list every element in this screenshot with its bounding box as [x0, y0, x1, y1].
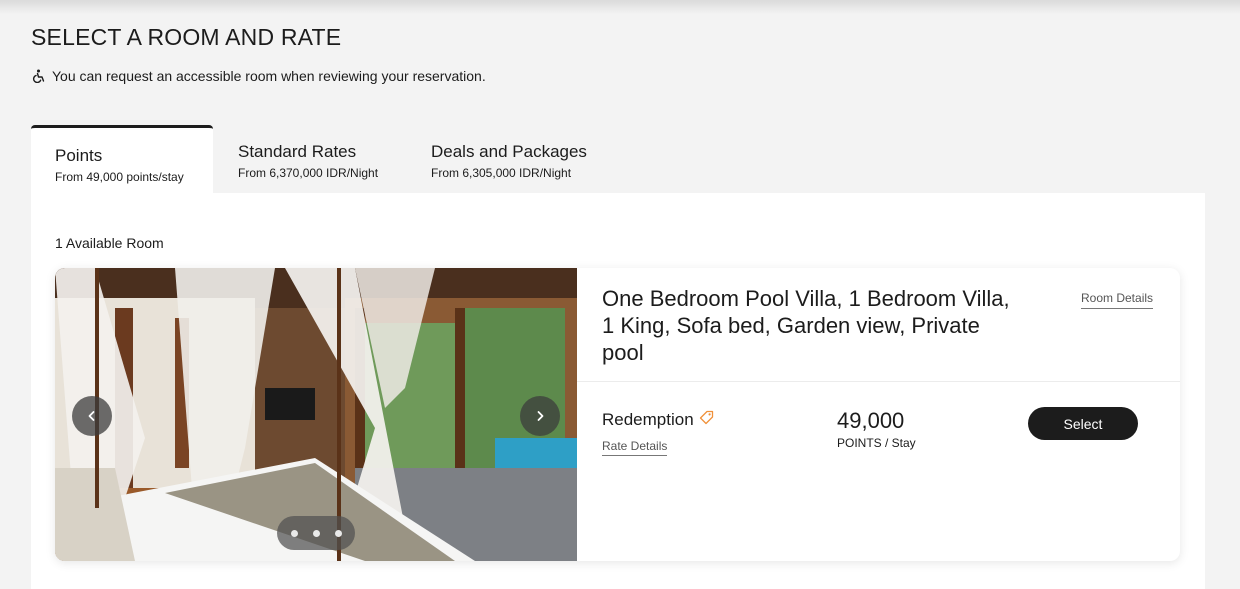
accessibility-note: You can request an accessible room when … — [32, 68, 486, 84]
accessibility-text: You can request an accessible room when … — [52, 68, 486, 84]
tab-sublabel: From 49,000 points/stay — [55, 170, 184, 184]
tab-label: Points — [55, 146, 103, 165]
rates-panel: 1 Available Room One Bedroom Pool Villa,… — [31, 193, 1205, 589]
rate-name-row: Redemption — [602, 410, 714, 430]
page-title: SELECT A ROOM AND RATE — [31, 24, 342, 50]
wheelchair-icon — [32, 69, 46, 83]
rate-name: Redemption — [602, 410, 694, 429]
room-details-link[interactable]: Room Details — [1081, 291, 1154, 309]
carousel-dot[interactable] — [312, 529, 320, 537]
tab-sublabel: From 6,305,000 IDR/Night — [431, 166, 572, 180]
tab-standard-rates[interactable]: Standard Rates From 6,370,000 IDR/Night — [213, 125, 406, 193]
carousel-dots — [277, 516, 355, 550]
tab-deals-and-packages[interactable]: Deals and Packages From 6,305,000 IDR/Ni… — [406, 125, 606, 193]
price-unit-stay: / Stay — [881, 436, 916, 450]
select-rate-button[interactable]: Select — [1028, 407, 1138, 440]
header-shadow — [0, 0, 1240, 14]
rate-tabs: Points From 49,000 points/stay Standard … — [31, 125, 606, 194]
available-rooms-count: 1 Available Room — [55, 235, 164, 251]
room-card: One Bedroom Pool Villa, 1 Bedroom Villa,… — [55, 268, 1180, 561]
carousel-prev-button[interactable] — [72, 396, 112, 436]
tab-label: Deals and Packages — [431, 142, 587, 161]
chevron-left-icon — [88, 411, 95, 421]
points-price: 49,000 — [837, 408, 905, 433]
card-divider — [577, 381, 1180, 382]
tab-label: Standard Rates — [238, 142, 357, 161]
rate-details-link[interactable]: Rate Details — [602, 439, 668, 456]
price-unit-points: POINTS — [837, 436, 882, 450]
tag-icon — [699, 410, 714, 430]
carousel-next-button[interactable] — [520, 396, 560, 436]
price-unit: POINTS / Stay — [837, 436, 916, 450]
carousel-dot[interactable] — [290, 529, 298, 537]
chevron-right-icon — [537, 411, 544, 421]
tab-sublabel: From 6,370,000 IDR/Night — [238, 166, 379, 180]
carousel-dot[interactable] — [334, 529, 342, 537]
room-photo[interactable] — [55, 268, 577, 561]
room-name: One Bedroom Pool Villa, 1 Bedroom Villa,… — [602, 286, 1010, 365]
tab-points[interactable]: Points From 49,000 points/stay — [31, 125, 213, 193]
